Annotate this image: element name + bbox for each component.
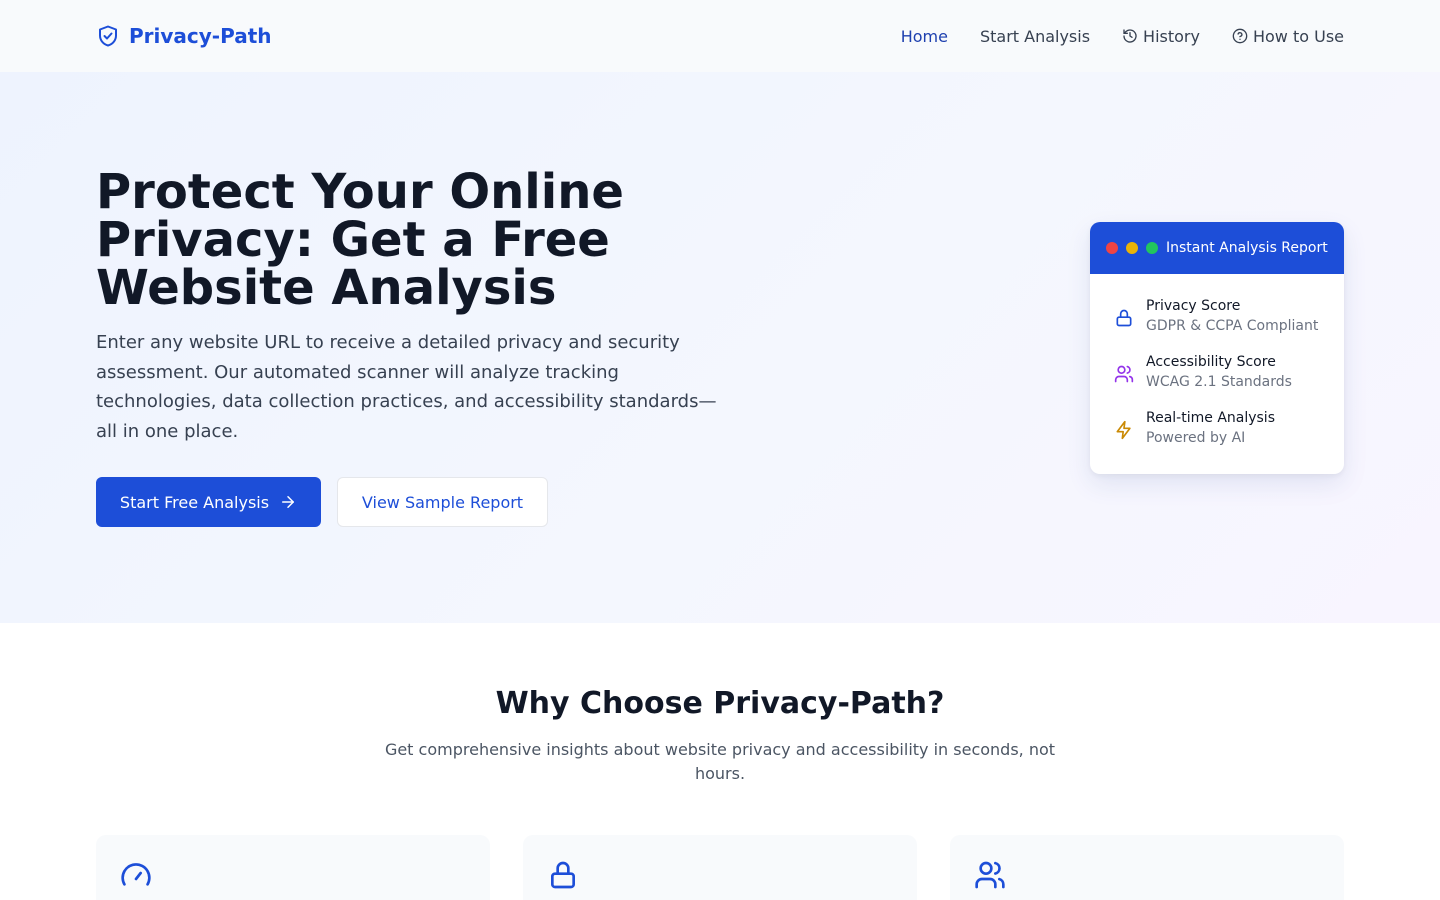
users-icon <box>1114 365 1134 383</box>
instant-analysis-report-card: Instant Analysis Report Privacy Score GD… <box>1090 222 1344 474</box>
lock-icon <box>551 861 575 889</box>
brand-logo-link[interactable]: Privacy-Path <box>96 24 272 48</box>
report-item-subtitle: GDPR & CCPA Compliant <box>1146 318 1319 334</box>
button-label: View Sample Report <box>361 492 524 512</box>
report-card-title: Instant Analysis Report <box>1166 240 1328 256</box>
start-free-analysis-button[interactable]: Start Free Analysis <box>96 477 321 527</box>
view-sample-report-button[interactable]: View Sample Report <box>337 477 548 527</box>
feature-card-speed <box>96 835 490 900</box>
report-card-body: Privacy Score GDPR & CCPA Compliant Acce… <box>1090 274 1344 464</box>
why-section-title: Why Choose Privacy-Path? <box>495 686 945 721</box>
gauge-icon <box>121 863 151 886</box>
nav-link-label: History <box>1143 26 1200 46</box>
window-dot-yellow <box>1126 242 1138 254</box>
hero-description: Enter any website URL to receive a detai… <box>96 332 717 442</box>
arrow-right-icon <box>282 496 295 508</box>
hero-title: Protect Your Online Privacy: Get a Free … <box>96 164 624 316</box>
report-item-subtitle: Powered by AI <box>1146 430 1246 446</box>
navbar: Privacy-Path Home Start Analysis History… <box>0 0 1440 72</box>
lightning-icon <box>1116 420 1131 440</box>
hero-section: Protect Your Online Privacy: Get a Free … <box>0 72 1440 623</box>
nav-link-how-to-use[interactable]: How to Use <box>1232 27 1344 46</box>
brand-name: Privacy-Path <box>129 24 272 48</box>
report-item-title: Accessibility Score <box>1146 354 1276 370</box>
nav-link-label: How to Use <box>1252 26 1344 46</box>
feature-card-accessibility <box>950 835 1344 900</box>
nav-link-history[interactable]: History <box>1122 27 1200 46</box>
report-item-title: Privacy Score <box>1146 298 1241 314</box>
report-item-subtitle: WCAG 2.1 Standards <box>1146 374 1292 390</box>
feature-card-privacy <box>523 835 917 900</box>
report-item-title: Real-time Analysis <box>1146 410 1275 426</box>
nav-links: Home Start Analysis History How to Use <box>901 27 1344 46</box>
nav-link-label: Start Analysis <box>979 26 1091 46</box>
report-item-privacy: Privacy Score GDPR & CCPA Compliant <box>1114 296 1320 352</box>
report-item-accessibility: Accessibility Score WCAG 2.1 Standards <box>1114 352 1320 408</box>
users-icon <box>975 861 1005 889</box>
history-icon <box>1123 29 1137 43</box>
report-item-realtime: Real-time Analysis Powered by AI <box>1114 408 1320 464</box>
window-dot-green <box>1146 242 1158 254</box>
report-card-header: Instant Analysis Report <box>1090 222 1344 274</box>
nav-link-home[interactable]: Home <box>901 27 948 46</box>
why-section-subtitle: Get comprehensive insights about website… <box>384 740 1056 783</box>
button-label: Start Free Analysis <box>119 492 270 512</box>
lock-icon <box>1116 309 1132 327</box>
nav-link-start-analysis[interactable]: Start Analysis <box>980 27 1090 46</box>
shield-check-icon <box>99 25 117 47</box>
window-dot-red <box>1106 242 1118 254</box>
nav-link-label: Home <box>900 26 948 46</box>
help-circle-icon <box>1232 28 1248 44</box>
